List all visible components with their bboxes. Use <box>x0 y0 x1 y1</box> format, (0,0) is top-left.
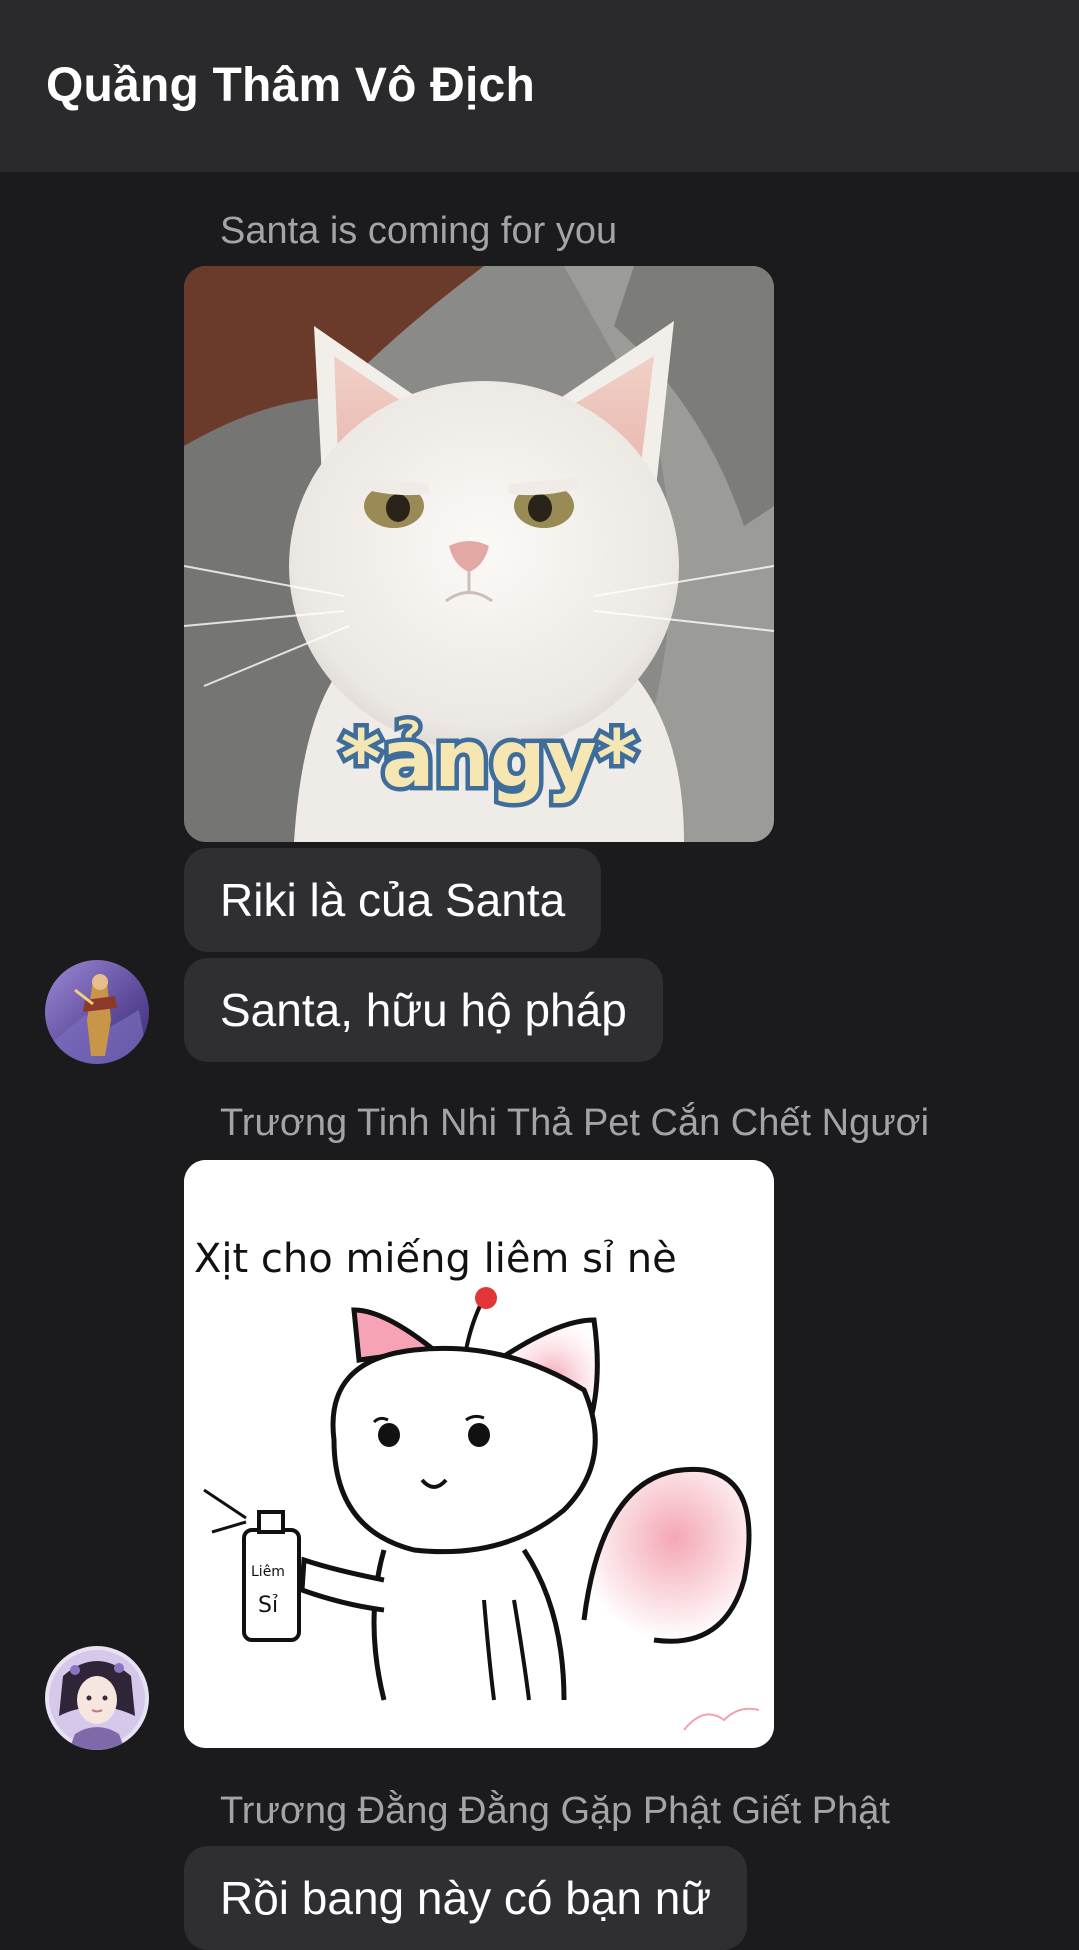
sender-name: Trương Đằng Đằng Gặp Phật Giết Phật <box>220 1790 890 1832</box>
cat-spray-sticker[interactable]: Xịt cho miếng liêm sỉ nè Liêm Sỉ <box>184 1160 774 1748</box>
sender-name: Trương Tinh Nhi Thả Pet Cắn Chết Ngươi <box>220 1102 930 1144</box>
can-label: Liêm <box>251 1564 285 1580</box>
chat-title[interactable]: Quầng Thâm Vô Địch <box>46 58 535 113</box>
sticker-caption: Xịt cho miếng liêm sỉ nè <box>194 1236 677 1282</box>
avatar[interactable] <box>45 1646 149 1750</box>
sender-name: Santa is coming for you <box>220 210 618 252</box>
angry-cat-sticker[interactable]: *ảngy* <box>184 266 774 842</box>
cat-spray-image: Xịt cho miếng liêm sỉ nè Liêm Sỉ <box>184 1160 774 1748</box>
message-bubble[interactable]: Rồi bang này có bạn nữ <box>184 1846 748 1950</box>
sticker-caption: *ảngy* <box>341 715 637 805</box>
message-bubble[interactable]: Santa, hữu hộ pháp <box>184 958 663 1062</box>
avatar[interactable] <box>45 960 149 1064</box>
can-label: Sỉ <box>258 1593 278 1618</box>
avatar-warrior-icon <box>45 960 149 1064</box>
angry-cat-image: *ảngy* <box>184 266 774 842</box>
avatar-girl-icon <box>45 1646 149 1750</box>
message-bubble[interactable]: Riki là của Santa <box>184 848 602 952</box>
chat-header: Quầng Thâm Vô Địch <box>0 0 1079 172</box>
